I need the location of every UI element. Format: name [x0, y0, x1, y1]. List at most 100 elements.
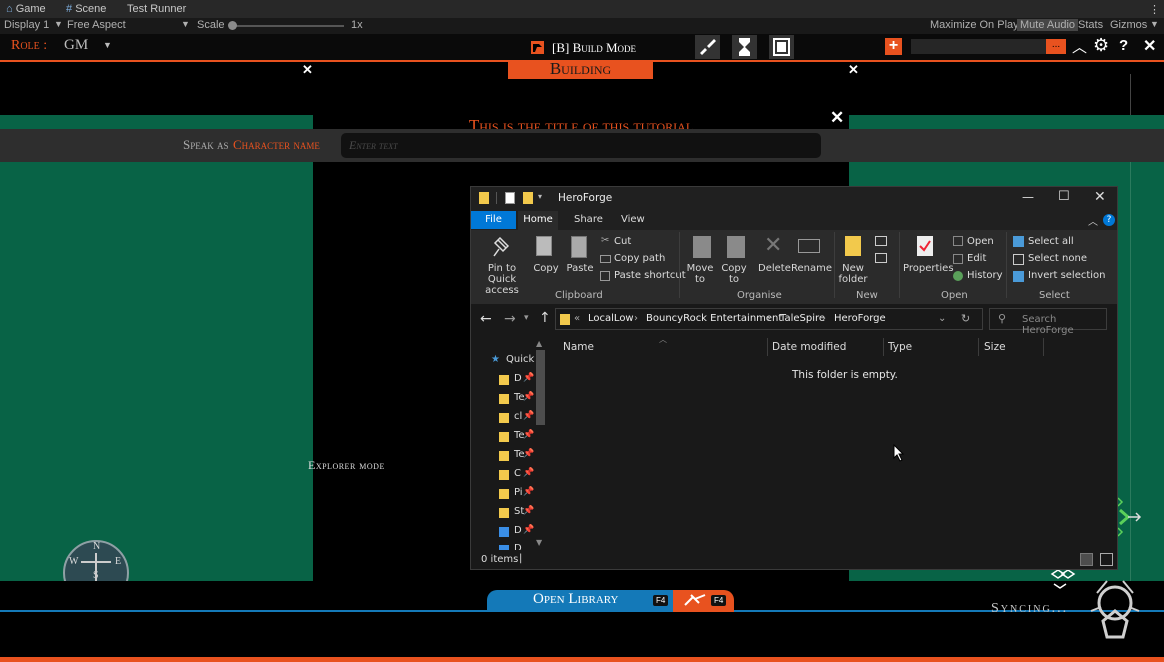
help-icon[interactable]: ?	[1103, 214, 1115, 226]
column-header-name[interactable]: Name	[563, 341, 594, 353]
open-button[interactable]: Open	[967, 236, 994, 247]
breadcrumb-item[interactable]: LocalLow	[588, 313, 634, 324]
maximize-icon[interactable]: ☐	[1058, 189, 1070, 204]
role-chevron-icon[interactable]: ▼	[103, 40, 112, 50]
build-mode-label[interactable]: [B] Build Mode	[552, 40, 636, 56]
list-item[interactable]: St 📌	[499, 505, 539, 521]
column-header-type[interactable]: Type	[888, 341, 912, 353]
close-window-icon[interactable]: ✕	[1094, 189, 1106, 205]
kebab-menu-icon[interactable]: ⋮	[1149, 3, 1160, 16]
search-options-button[interactable]: ...	[1046, 39, 1066, 54]
list-item[interactable]: Te 📌	[499, 391, 539, 407]
cut-button[interactable]: Cut	[614, 236, 631, 247]
list-item[interactable]: cl 📌	[499, 410, 539, 426]
move-to-button[interactable]: Move to	[685, 263, 715, 285]
minimize-icon[interactable]: —	[1022, 190, 1034, 204]
pin-quick-access-button[interactable]: Pin to Quick access	[475, 263, 529, 296]
stats-toggle[interactable]: Stats	[1078, 19, 1103, 31]
paste-button[interactable]: Paste	[565, 263, 595, 274]
select-all-button[interactable]: Select all	[1028, 236, 1074, 247]
up-icon[interactable]: ↑	[539, 310, 551, 326]
breadcrumb-item[interactable]: HeroForge	[834, 313, 886, 324]
select-none-button[interactable]: Select none	[1028, 253, 1087, 264]
display-select[interactable]: Display 1	[4, 19, 49, 31]
maximize-on-play-toggle[interactable]: Maximize On Play	[930, 19, 1019, 31]
test-runner-tab[interactable]: Test Runner	[127, 3, 186, 15]
tab-file[interactable]: File	[471, 211, 516, 229]
address-dropdown-icon[interactable]: ⌄	[938, 313, 946, 324]
quick-access-item[interactable]: Quick	[506, 354, 534, 365]
breadcrumb-item[interactable]: BouncyRock Entertainment	[646, 313, 782, 324]
close-icon[interactable]: ✕	[302, 62, 313, 78]
character-name[interactable]: Character name	[233, 137, 320, 153]
tab-share[interactable]: Share	[574, 214, 603, 225]
hourglass-tool-button[interactable]	[732, 35, 757, 59]
column-separator[interactable]	[883, 338, 884, 356]
tab-home[interactable]: Home	[518, 211, 558, 230]
breadcrumb-item[interactable]: TaleSpire	[780, 313, 825, 324]
list-item[interactable]: Te 📌	[499, 429, 539, 445]
history-button[interactable]: History	[967, 270, 1003, 281]
scale-slider-track[interactable]	[232, 25, 344, 27]
column-header-size[interactable]: Size	[984, 341, 1006, 353]
new-item-icon[interactable]	[875, 236, 887, 246]
gizmos-toggle[interactable]: Gizmos	[1110, 19, 1147, 31]
scale-slider-handle[interactable]	[228, 21, 237, 30]
properties-button[interactable]: Properties	[903, 263, 954, 274]
cinematic-tool-button[interactable]	[769, 35, 794, 59]
list-item[interactable]: C 📌	[499, 467, 539, 483]
build-tool-button[interactable]: F4	[673, 590, 734, 612]
details-view-icon[interactable]	[1080, 553, 1093, 566]
copy-button[interactable]: Copy	[531, 263, 561, 274]
building-tab[interactable]: Building	[508, 60, 653, 79]
search-box[interactable]: ⚲ Search HeroForge	[989, 308, 1107, 336]
move-arrows-icon[interactable]	[1048, 566, 1078, 594]
copy-path-button[interactable]: Copy path	[614, 253, 665, 264]
chat-input[interactable]: Enter text	[341, 133, 821, 158]
mute-audio-toggle[interactable]: Mute Audio	[1017, 19, 1079, 31]
list-item[interactable]: D	[499, 542, 539, 550]
recent-dropdown-icon[interactable]: ▾	[524, 313, 529, 323]
compass[interactable]: N E W S	[63, 540, 129, 582]
role-value[interactable]: GM	[64, 37, 88, 54]
help-icon[interactable]: ?	[1119, 37, 1128, 54]
breadcrumb-overflow[interactable]: «	[574, 313, 580, 324]
new-folder-button[interactable]: New folder	[836, 263, 870, 285]
column-separator[interactable]	[1043, 338, 1044, 356]
delete-button[interactable]: Delete	[758, 263, 791, 274]
gear-icon[interactable]: ⚙	[1093, 35, 1109, 56]
large-icons-view-icon[interactable]	[1100, 553, 1113, 566]
green-arrows-icon[interactable]	[1116, 496, 1142, 538]
forward-icon[interactable]: →	[504, 311, 516, 327]
chevron-up-icon[interactable]: ︿	[1072, 36, 1087, 57]
add-icon[interactable]: +	[885, 38, 902, 55]
list-item[interactable]: Pi 📌	[499, 486, 539, 502]
copy-to-button[interactable]: Copy to	[719, 263, 749, 285]
open-library-button[interactable]: Open Library F4	[487, 590, 677, 612]
scene-tab[interactable]: # Scene	[66, 3, 106, 15]
header-search-input[interactable]	[911, 39, 1066, 54]
back-icon[interactable]: ←	[480, 311, 492, 327]
new-folder-qat-icon[interactable]	[523, 192, 533, 204]
rename-button[interactable]: Rename	[791, 263, 832, 274]
collapse-ribbon-icon[interactable]: ︿	[1088, 213, 1098, 228]
list-item[interactable]: Te 📌	[499, 448, 539, 464]
column-separator[interactable]	[767, 338, 768, 356]
close-tutorial-icon[interactable]: ✕	[830, 108, 844, 128]
aspect-select[interactable]: Free Aspect	[67, 19, 126, 31]
game-tab[interactable]: ⌂ Game	[6, 3, 46, 15]
edit-button[interactable]: Edit	[967, 253, 986, 264]
column-separator[interactable]	[978, 338, 979, 356]
invert-selection-button[interactable]: Invert selection	[1028, 270, 1106, 281]
tab-view[interactable]: View	[621, 214, 645, 225]
qat-dropdown-icon[interactable]: ▾	[538, 192, 542, 201]
nav-scrollbar-thumb[interactable]	[536, 350, 545, 425]
properties-qat-icon[interactable]	[505, 192, 515, 204]
paste-shortcut-button[interactable]: Paste shortcut	[614, 270, 686, 281]
address-bar[interactable]: « LocalLow › BouncyRock Entertainment › …	[555, 308, 983, 330]
easy-access-icon[interactable]	[875, 253, 887, 263]
list-item[interactable]: D 📌	[499, 372, 539, 388]
close-icon[interactable]: ✕	[848, 62, 859, 78]
refresh-icon[interactable]: ↻	[961, 312, 970, 325]
scroll-up-icon[interactable]: ▲	[536, 339, 542, 348]
